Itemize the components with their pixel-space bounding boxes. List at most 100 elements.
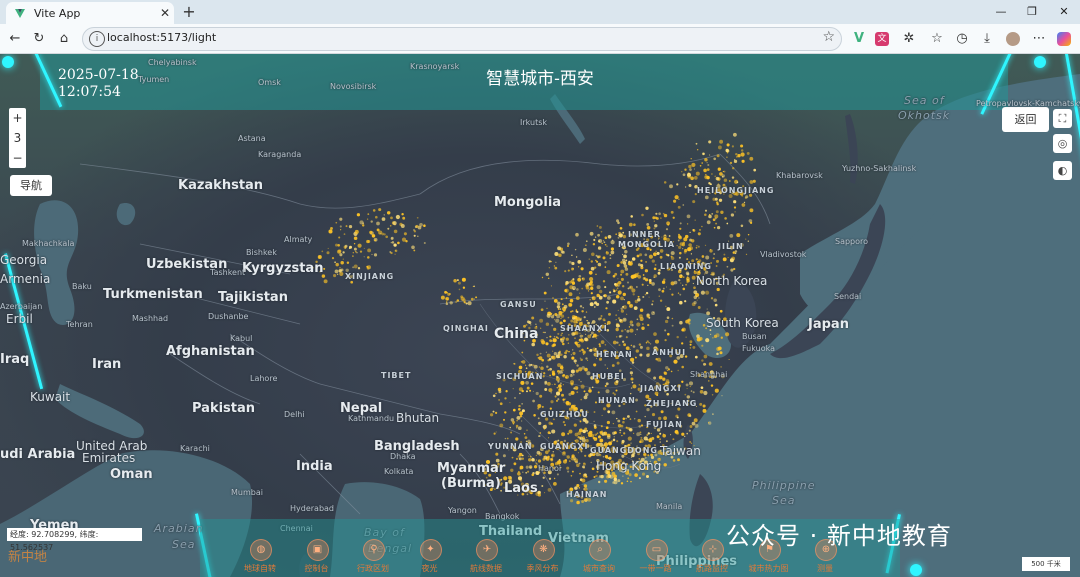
city-light-dot (582, 307, 584, 309)
city-light-dot (729, 258, 734, 263)
city-light-dot (367, 240, 371, 243)
wind-icon[interactable]: ❋ (532, 539, 555, 561)
globe-icon[interactable]: ◍ (250, 539, 272, 561)
bottom-menu-label[interactable]: 城市查询 (569, 563, 629, 574)
city-light-dot (512, 408, 516, 412)
address-bar[interactable]: i localhost:5173/light ☆ (82, 27, 842, 51)
back-arrow-icon[interactable]: ← (6, 30, 24, 48)
reload-icon[interactable]: ↻ (30, 30, 48, 48)
city-light-dot (372, 209, 376, 212)
city-light-dot (449, 301, 453, 305)
city-light-dot (663, 463, 667, 467)
browser-tab[interactable]: Vite App ✕ (6, 2, 174, 24)
city-light-dot (670, 434, 672, 436)
bottom-menu-label[interactable]: 行政区划 (343, 563, 403, 574)
navigation-button[interactable]: 导航 (10, 175, 52, 196)
minimize-icon[interactable]: — (992, 4, 1010, 20)
home-icon[interactable]: ⌂ (55, 30, 73, 48)
city-light-dot (615, 233, 618, 236)
city-light-dot (340, 261, 344, 265)
download-icon[interactable]: ⤓ (978, 30, 996, 48)
city-light-dot (596, 225, 599, 227)
monitor-icon[interactable]: ⊹ (702, 539, 724, 561)
city-light-dot (554, 251, 559, 257)
locate-icon[interactable]: ◎ (1053, 134, 1072, 153)
bottom-menu-label[interactable]: 地球自转 (230, 563, 290, 574)
zoom-out-button[interactable]: − (9, 148, 26, 168)
city-light-dot (335, 221, 338, 224)
bottom-menu-label[interactable]: 航路监控 (682, 563, 742, 574)
city-light-dot (542, 331, 545, 334)
city-light-dot (551, 344, 555, 348)
city-light-dot (515, 457, 519, 460)
city-light-dot (640, 263, 644, 268)
fullscreen-icon[interactable]: ⛶ (1053, 109, 1072, 128)
city-light-dot (710, 297, 714, 300)
city-light-dot (621, 439, 625, 443)
city-light-dot (415, 224, 419, 228)
bookmark-star-icon[interactable]: ☆ (822, 29, 835, 45)
city-light-dot (657, 271, 661, 275)
favorites-icon[interactable]: ☆ (928, 30, 946, 48)
palette-icon[interactable]: ◐ (1053, 161, 1072, 180)
region-icon[interactable]: ⚲ (363, 539, 385, 561)
label-erbil: Erbil (6, 312, 33, 326)
bottom-menu-label[interactable]: 城市热力图 (739, 563, 799, 574)
search-icon[interactable]: ⌕ (589, 539, 611, 561)
history-icon[interactable]: ◷ (953, 30, 971, 48)
city-light-dot (547, 277, 550, 280)
maximize-icon[interactable]: ❐ (1023, 4, 1041, 20)
city-light-dot (623, 298, 625, 301)
city-light-dot (692, 345, 696, 349)
bottom-menu-label[interactable]: 航线数据 (456, 563, 516, 574)
back-button[interactable]: 返回 (1002, 107, 1049, 132)
copilot-icon[interactable] (1055, 30, 1073, 48)
city-light-dot (620, 273, 623, 276)
city-light-dot (537, 459, 542, 463)
profile-avatar-icon[interactable] (1004, 30, 1022, 48)
city-light-dot (522, 471, 524, 473)
bottom-menu-label[interactable]: 季风分布 (513, 563, 573, 574)
city-light-dot (565, 337, 569, 341)
light-icon[interactable]: ✦ (419, 539, 442, 561)
label-south-korea: South Korea (706, 316, 779, 330)
close-window-icon[interactable]: ✕ (1055, 4, 1073, 20)
city-light-dot (559, 308, 562, 310)
city-light-dot (673, 359, 678, 364)
translate-extension-icon[interactable]: 文 (875, 32, 889, 46)
city-light-dot (703, 354, 708, 359)
city-light-dot (582, 465, 585, 469)
city-light-dot (693, 418, 698, 423)
new-tab-button[interactable]: + (180, 3, 198, 21)
city-light-dot (528, 465, 533, 469)
console-icon[interactable]: ▣ (306, 539, 329, 561)
city-light-dot (528, 455, 530, 457)
city-light-dot (546, 336, 548, 339)
map-view[interactable]: 智慧城市-西安 2025-07-18 12:07:54 + 3 − 导航 返回 … (0, 54, 1080, 577)
city-light-dot (616, 440, 619, 443)
route-icon[interactable]: ✈ (476, 539, 498, 561)
bottom-menu-label[interactable]: 测量 (795, 563, 855, 574)
bottom-menu-label[interactable]: 一带一路 (626, 563, 686, 574)
close-tab-icon[interactable]: ✕ (156, 6, 174, 20)
city-light-dot (591, 252, 595, 257)
city-light-dot (467, 301, 472, 306)
info-icon[interactable]: i (89, 31, 105, 47)
city-light-dot (633, 223, 636, 226)
vue-devtools-icon[interactable]: V (850, 30, 868, 48)
city-light-dot (381, 217, 386, 221)
extensions-icon[interactable]: ✲ (900, 30, 918, 48)
more-menu-icon[interactable]: ⋯ (1030, 30, 1048, 48)
city-light-dot (665, 366, 669, 370)
city-light-dot (556, 399, 558, 402)
bottom-menu-label[interactable]: 夜光 (400, 563, 460, 574)
label-turkmenistan: Turkmenistan (103, 287, 203, 302)
city-light-dot (726, 143, 730, 147)
city-light-dot (570, 404, 575, 409)
belt-road-icon[interactable]: ▭ (645, 539, 668, 561)
city-light-dot (706, 311, 711, 316)
city-light-dot (648, 353, 650, 355)
zoom-in-button[interactable]: + (9, 108, 26, 128)
bottom-menu-label[interactable]: 控制台 (287, 563, 347, 574)
city-light-dot (548, 421, 552, 425)
